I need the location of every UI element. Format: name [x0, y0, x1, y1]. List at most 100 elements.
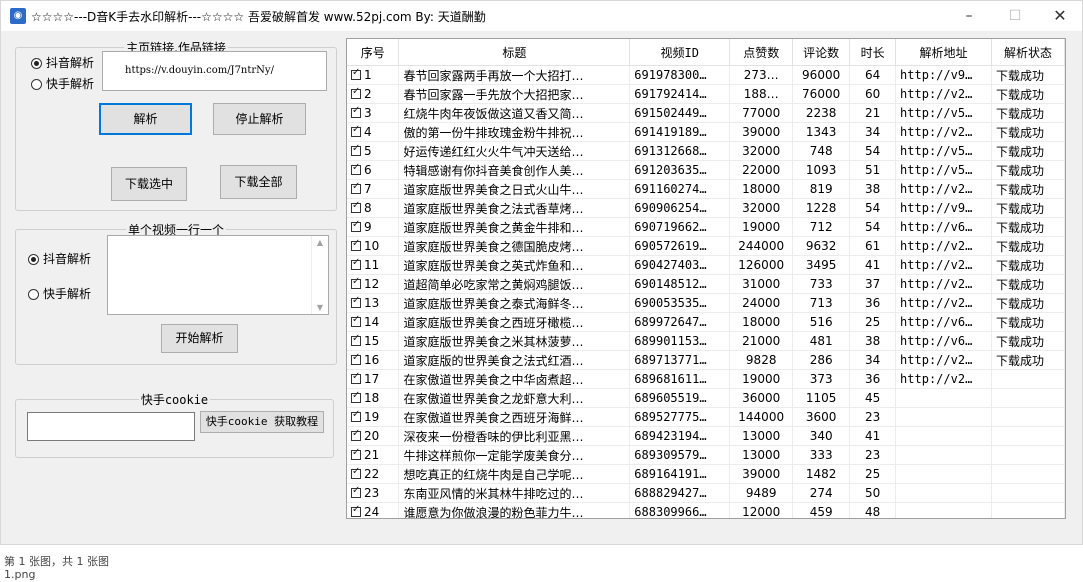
row-index: 22 [347, 464, 400, 484]
row-checkbox[interactable] [351, 314, 361, 327]
row-checkbox[interactable] [351, 504, 361, 517]
table-row[interactable]: 4 傲的第一份牛排玫瑰金粉牛排祝…691419189…39000134334htt… [347, 122, 1065, 142]
col-header-index[interactable]: 序号 [347, 39, 400, 66]
table-row[interactable]: 5 好运传递红红火火牛气冲天送给…691312668…3200074854http… [347, 141, 1065, 161]
row-likes: 19000 [729, 217, 794, 237]
row-checkbox[interactable] [351, 295, 361, 308]
row-checkbox[interactable] [351, 124, 361, 137]
row-title: 牛排这样煎你一定能学废美食分… [398, 445, 631, 465]
row-checkbox[interactable] [351, 333, 361, 346]
table-row[interactable]: 13 道家庭版世界美食之泰式海鲜冬…690053535…2400071336htt… [347, 293, 1065, 313]
table-header-row: 序号 标题 视频ID 点赞数 评论数 时长 解析地址 解析状态 [347, 39, 1065, 66]
col-header-url[interactable]: 解析地址 [895, 39, 992, 66]
table-row[interactable]: 19 在家傲道世界美食之西班牙海鲜…689527775…144000360023 [347, 407, 1065, 427]
douyin-radio[interactable]: 抖音解析 [31, 54, 94, 71]
kuaishou-radio[interactable]: 快手解析 [31, 75, 94, 92]
table-row[interactable]: 3 红烧牛肉年夜饭做这道又香又简…691502449…77000223821htt… [347, 103, 1065, 123]
parse-button[interactable]: 解析 [99, 103, 192, 135]
row-checkbox[interactable] [351, 352, 361, 365]
row-checkbox[interactable] [351, 200, 361, 213]
url-input[interactable]: https://v.douyin.com/J7ntrNy/ [102, 51, 327, 91]
results-table[interactable]: 序号 标题 视频ID 点赞数 评论数 时长 解析地址 解析状态 1 春节回家露两手… [346, 38, 1066, 519]
minimize-button[interactable]: – [946, 1, 992, 31]
row-checkbox[interactable] [351, 276, 361, 289]
table-row[interactable]: 2 春节回家露一手先放个大招把家…691792414…188…7600060htt… [347, 84, 1065, 104]
col-header-comments[interactable]: 评论数 [792, 39, 851, 66]
col-header-status[interactable]: 解析状态 [991, 39, 1065, 66]
table-row[interactable]: 22 想吃真正的红烧牛肉是自己学呢…689164191…39000148225 [347, 464, 1065, 484]
row-checkbox[interactable] [351, 238, 361, 251]
maximize-button[interactable]: ☐ [992, 1, 1038, 31]
table-row[interactable]: 9 道家庭版世界美食之黄金牛排和…690719662…1900071254http… [347, 217, 1065, 237]
row-title: 道家庭版世界美食之泰式海鲜冬… [398, 293, 631, 313]
table-row[interactable]: 14 道家庭版世界美食之西班牙橄榄…689972647…1800051625htt… [347, 312, 1065, 332]
row-checkbox[interactable] [351, 67, 361, 80]
table-row[interactable]: 23 东南亚风情的米其林牛排吃过的…688829427…948927450 [347, 483, 1065, 503]
row-index: 8 [347, 198, 400, 218]
table-row[interactable]: 21 牛排这样煎你一定能学废美食分…689309579…1300033323 [347, 445, 1065, 465]
table-row[interactable]: 18 在家傲道世界美食之龙虾意大利…689605519…36000110545 [347, 388, 1065, 408]
row-checkbox[interactable] [351, 447, 361, 460]
cookie-tutorial-button[interactable]: 快手cookie 获取教程 [200, 411, 324, 433]
table-row[interactable]: 10 道家庭版世界美食之德国脆皮烤…690572619…244000963261h… [347, 236, 1065, 256]
app-icon: ◉ [10, 8, 26, 24]
close-button[interactable]: ✕ [1037, 1, 1083, 31]
table-row[interactable]: 7 道家庭版世界美食之日式火山牛…691160274…1800081938http… [347, 179, 1065, 199]
scroll-down-icon[interactable]: ▼ [312, 303, 328, 312]
col-header-video-id[interactable]: 视频ID [629, 39, 731, 66]
table-row[interactable]: 20 深夜来一份橙香味的伊比利亚黑…689423194…1300034041 [347, 426, 1065, 446]
col-header-title[interactable]: 标题 [398, 39, 631, 66]
table-row[interactable]: 11 道家庭版世界美食之英式炸鱼和…690427403…126000349541h… [347, 255, 1065, 275]
cookie-input[interactable] [27, 412, 195, 441]
row-checkbox[interactable] [351, 485, 361, 498]
row-checkbox[interactable] [351, 257, 361, 270]
row-status [991, 369, 1065, 389]
row-status [991, 464, 1065, 484]
table-row[interactable]: 8 道家庭版世界美食之法式香草烤…690906254…32000122854htt… [347, 198, 1065, 218]
col-header-likes[interactable]: 点赞数 [729, 39, 794, 66]
row-status: 下载成功 [991, 331, 1065, 351]
download-all-button[interactable]: 下载全部 [220, 165, 297, 199]
row-checkbox[interactable] [351, 143, 361, 156]
douyin-radio-2[interactable]: 抖音解析 [28, 250, 91, 267]
stop-parse-button[interactable]: 停止解析 [213, 103, 306, 135]
table-row[interactable]: 6 特辑感谢有你抖音美食创作人美…691203635…22000109351htt… [347, 160, 1065, 180]
row-status: 下载成功 [991, 217, 1065, 237]
table-row[interactable]: 15 道家庭版世界美食之米其林菠萝…689901153…2100048138htt… [347, 331, 1065, 351]
row-checkbox[interactable] [351, 181, 361, 194]
row-title: 春节回家露两手再放一个大招打… [398, 65, 631, 85]
row-checkbox[interactable] [351, 86, 361, 99]
row-checkbox[interactable] [351, 390, 361, 403]
row-video-id: 689309579… [629, 445, 731, 465]
row-title: 红烧牛肉年夜饭做这道又香又简… [398, 103, 631, 123]
row-duration: 34 [849, 122, 897, 142]
table-row[interactable]: 16 道家庭版的世界美食之法式红酒…689713771…982828634http… [347, 350, 1065, 370]
row-checkbox[interactable] [351, 466, 361, 479]
table-row[interactable]: 17 在家傲道世界美食之中华卤煮超…689681611…1900037336htt… [347, 369, 1065, 389]
row-status: 下载成功 [991, 293, 1065, 313]
row-checkbox[interactable] [351, 371, 361, 384]
scroll-up-icon[interactable]: ▲ [312, 238, 328, 247]
row-comments: 712 [792, 217, 851, 237]
row-checkbox[interactable] [351, 428, 361, 441]
row-url [895, 388, 992, 408]
download-selected-button[interactable]: 下载选中 [111, 167, 187, 201]
table-row[interactable]: 12 道超简单必吃家常之黄焖鸡腿饭…690148512…3100073337htt… [347, 274, 1065, 294]
kuaishou-radio-2[interactable]: 快手解析 [28, 285, 91, 302]
row-checkbox[interactable] [351, 162, 361, 175]
row-index: 15 [347, 331, 400, 351]
row-status [991, 483, 1065, 503]
table-row[interactable]: 24 谁愿意为你做浪漫的粉色菲力牛…688309966…1200045948 [347, 502, 1065, 518]
start-parse-button[interactable]: 开始解析 [161, 324, 238, 353]
col-header-duration[interactable]: 时长 [849, 39, 897, 66]
row-title: 道家庭版世界美食之米其林菠萝… [398, 331, 631, 351]
row-index-label: 1 [364, 68, 372, 82]
row-checkbox[interactable] [351, 105, 361, 118]
video-links-textarea[interactable]: ▲ ▼ [107, 235, 329, 315]
row-checkbox[interactable] [351, 219, 361, 232]
textarea-scrollbar[interactable]: ▲ ▼ [311, 236, 328, 314]
row-index-label: 4 [364, 125, 372, 139]
row-checkbox[interactable] [351, 409, 361, 422]
row-likes: 36000 [729, 388, 794, 408]
table-row[interactable]: 1 春节回家露两手再放一个大招打…691978300…273…9600064htt… [347, 65, 1065, 85]
